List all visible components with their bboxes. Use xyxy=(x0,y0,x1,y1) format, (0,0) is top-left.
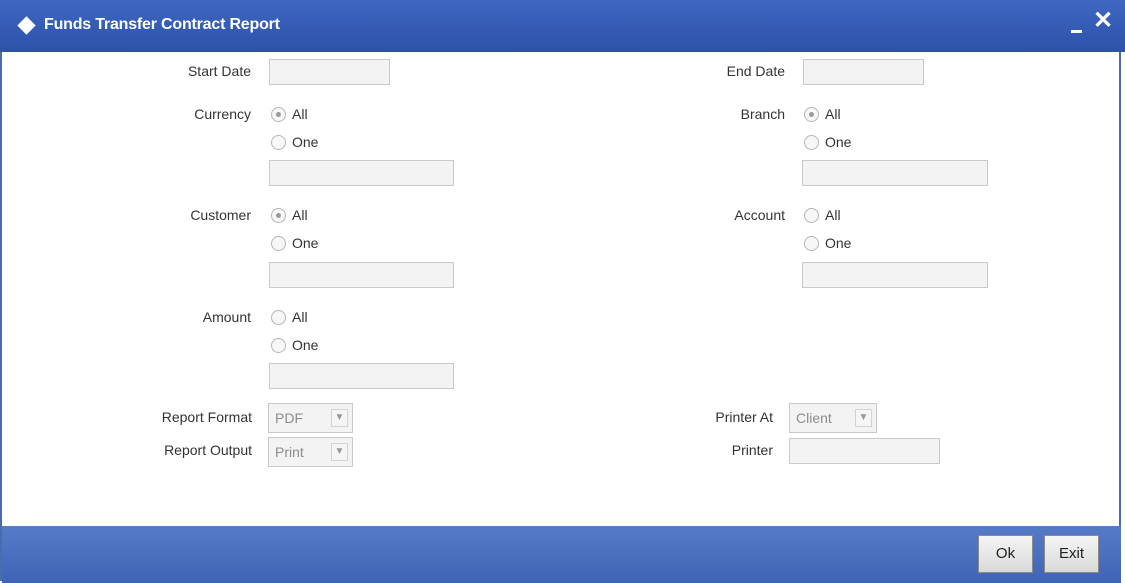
printer-field[interactable] xyxy=(789,438,940,464)
amount-all-label: All xyxy=(292,309,308,325)
diamond-icon xyxy=(17,16,36,35)
currency-all-option[interactable]: All xyxy=(271,106,308,122)
amount-one-radio[interactable] xyxy=(271,337,286,353)
end-date-label: End Date xyxy=(726,63,785,79)
report-format-label: Report Format xyxy=(161,409,252,425)
customer-field[interactable] xyxy=(269,262,454,288)
branch-one-option[interactable]: One xyxy=(804,134,851,150)
account-field[interactable] xyxy=(802,262,988,288)
report-format-value: PDF xyxy=(275,410,303,426)
printer-at-label: Printer At xyxy=(715,409,773,425)
branch-all-radio[interactable] xyxy=(804,106,819,122)
amount-all-radio[interactable] xyxy=(271,309,286,325)
account-one-radio[interactable] xyxy=(804,235,819,251)
customer-all-label: All xyxy=(292,207,308,223)
amount-all-option[interactable]: All xyxy=(271,309,308,325)
chevron-down-icon[interactable]: ▼ xyxy=(331,409,348,427)
account-all-label: All xyxy=(825,207,841,223)
end-date-field[interactable] xyxy=(803,59,924,85)
window-title: Funds Transfer Contract Report xyxy=(44,16,280,33)
account-label: Account xyxy=(734,207,785,223)
currency-one-label: One xyxy=(292,134,319,150)
currency-all-radio[interactable] xyxy=(271,106,286,122)
customer-one-option[interactable]: One xyxy=(271,235,318,251)
start-date-label: Start Date xyxy=(187,63,251,79)
account-one-label: One xyxy=(825,235,852,251)
account-all-radio[interactable] xyxy=(804,207,819,223)
printer-label: Printer xyxy=(731,442,773,458)
minimize-icon[interactable] xyxy=(1071,30,1082,33)
amount-field[interactable] xyxy=(269,363,454,389)
printer-at-select[interactable]: Client ▼ xyxy=(789,403,877,433)
customer-one-radio[interactable] xyxy=(271,235,286,251)
start-date-field[interactable] xyxy=(269,59,390,85)
footer-bar: Ok Exit xyxy=(2,526,1121,583)
currency-label: Currency xyxy=(194,106,251,122)
amount-label: Amount xyxy=(202,309,251,325)
amount-one-option[interactable]: One xyxy=(271,337,318,353)
branch-one-radio[interactable] xyxy=(804,134,819,150)
title-bar: Funds Transfer Contract Report ✕ xyxy=(0,0,1125,52)
customer-label: Customer xyxy=(190,207,251,223)
customer-all-option[interactable]: All xyxy=(271,207,308,223)
currency-one-radio[interactable] xyxy=(271,134,286,150)
report-output-label: Report Output xyxy=(164,442,252,458)
branch-all-option[interactable]: All xyxy=(804,106,841,122)
exit-button[interactable]: Exit xyxy=(1044,535,1099,573)
branch-one-label: One xyxy=(825,134,852,150)
account-one-option[interactable]: One xyxy=(804,235,851,251)
customer-all-radio[interactable] xyxy=(271,207,286,223)
chevron-down-icon[interactable]: ▼ xyxy=(331,443,348,461)
report-format-select[interactable]: PDF ▼ xyxy=(268,403,353,433)
currency-field[interactable] xyxy=(269,160,454,186)
branch-all-label: All xyxy=(825,106,841,122)
close-icon[interactable]: ✕ xyxy=(1093,9,1113,33)
branch-label: Branch xyxy=(740,106,785,122)
ok-button[interactable]: Ok xyxy=(978,535,1033,573)
report-output-value: Print xyxy=(275,444,304,460)
chevron-down-icon[interactable]: ▼ xyxy=(855,409,872,427)
amount-one-label: One xyxy=(292,337,319,353)
branch-field[interactable] xyxy=(802,160,988,186)
report-window xyxy=(0,0,1121,581)
currency-all-label: All xyxy=(292,106,308,122)
account-all-option[interactable]: All xyxy=(804,207,841,223)
currency-one-option[interactable]: One xyxy=(271,134,318,150)
report-output-select[interactable]: Print ▼ xyxy=(268,437,353,467)
printer-at-value: Client xyxy=(796,410,832,426)
customer-one-label: One xyxy=(292,235,319,251)
